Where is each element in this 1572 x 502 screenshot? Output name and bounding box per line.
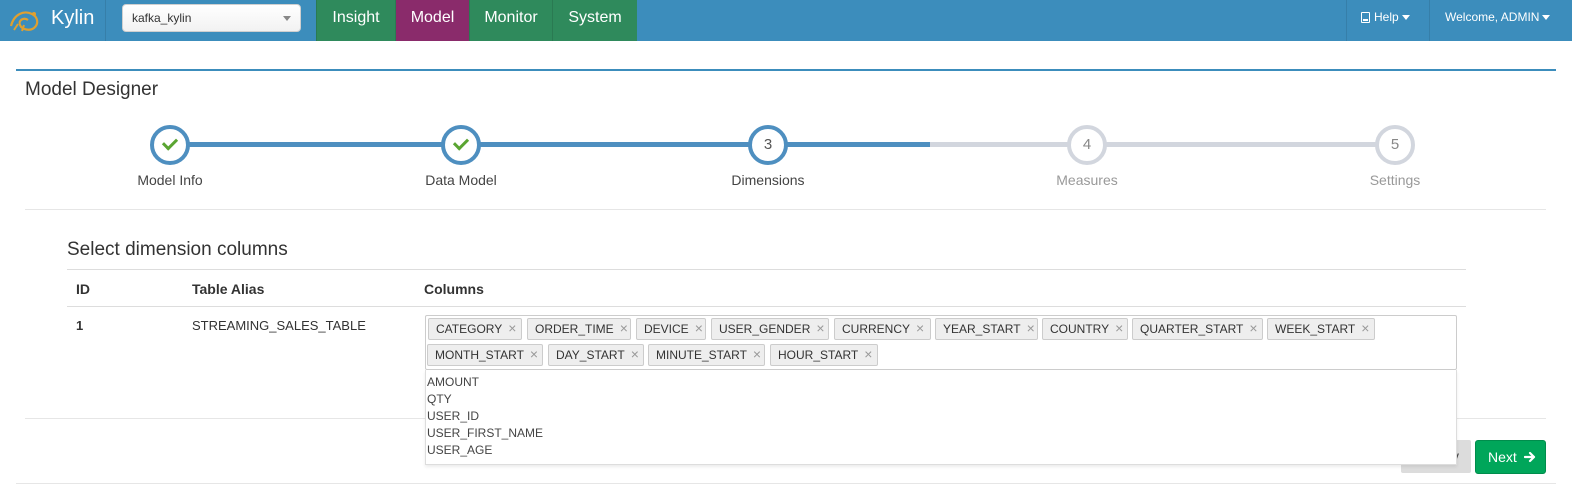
tab-monitor[interactable]: Monitor [469,0,552,41]
check-icon [452,134,470,151]
tab-system[interactable]: System [552,0,637,41]
remove-tag-icon[interactable]: × [695,319,703,337]
step-1-circle[interactable] [150,125,190,165]
table-top-border [67,269,1466,270]
column-tag: WEEK_START × [1267,318,1375,340]
column-tag: CATEGORY × [428,318,522,340]
remove-tag-icon[interactable]: × [816,319,824,337]
step-5-circle[interactable]: 5 [1375,125,1415,165]
welcome-label: Welcome, ADMIN [1445,10,1540,24]
project-select[interactable]: kafka_kylin [122,4,301,32]
column-tag-label: YEAR_START [943,322,1021,336]
row-id: 1 [76,318,84,333]
help-menu[interactable]: Help [1346,0,1429,41]
next-button[interactable]: Next [1475,440,1546,474]
column-tag-label: ORDER_TIME [535,322,614,336]
column-tag: HOUR_START × [770,344,878,366]
section-title: Select dimension columns [67,239,288,260]
dropdown-option[interactable]: USER_AGE [427,442,492,459]
project-select-value: kafka_kylin [132,11,192,25]
wizard-progress-todo [930,142,1395,147]
column-tag-label: CURRENCY [842,322,911,336]
caret-down-icon [1542,15,1551,20]
column-header-alias: Table Alias [192,281,265,297]
column-tag: CURRENCY × [834,318,931,340]
dropdown-option[interactable]: AMOUNT [427,374,479,391]
next-button-label: Next [1488,449,1517,465]
column-tag-label: USER_GENDER [719,322,811,336]
arrow-right-icon [1524,451,1536,463]
column-tag: QUARTER_START × [1132,318,1263,340]
column-tag: MONTH_START × [427,344,543,366]
user-menu[interactable]: Welcome, ADMIN [1429,0,1572,41]
step-label-data-model[interactable]: Data Model [381,172,541,188]
column-tag-label: CATEGORY [436,322,503,336]
book-icon [1361,12,1370,23]
dropdown-option[interactable]: USER_FIRST_NAME [427,425,543,442]
remove-tag-icon[interactable]: × [1361,319,1369,337]
remove-tag-icon[interactable]: × [1249,319,1257,337]
column-tag-label: COUNTRY [1050,322,1110,336]
main-nav-tabs: Insight Model Monitor System [316,0,637,41]
columns-dropdown: AMOUNT QTY USER_ID USER_FIRST_NAME USER_… [425,370,1457,465]
step-label-dimensions[interactable]: Dimensions [688,172,848,188]
step-2-circle[interactable] [441,125,481,165]
remove-tag-icon[interactable]: × [508,319,516,337]
column-header-id: ID [76,281,90,297]
remove-tag-icon[interactable]: × [916,319,924,337]
divider [25,209,1546,210]
column-tag: DAY_START × [548,344,644,366]
table-header-border [67,306,1466,307]
column-header-columns: Columns [424,281,484,297]
remove-tag-icon[interactable]: × [1027,319,1035,337]
column-tag-label: WEEK_START [1275,322,1356,336]
dropdown-option[interactable]: QTY [427,391,452,408]
check-icon [161,134,179,151]
column-tag: USER_GENDER × [711,318,829,340]
top-navbar: Kylin kafka_kylin Insight Model Monitor … [0,0,1572,41]
column-tag: YEAR_START × [935,318,1038,340]
column-tag-label: HOUR_START [778,348,859,362]
column-tag-label: MINUTE_START [656,348,747,362]
remove-tag-icon[interactable]: × [530,345,538,363]
column-tag-label: DAY_START [556,348,625,362]
navbar-right: Help Welcome, ADMIN [1346,0,1572,41]
divider [16,483,1556,484]
kylin-logo-icon [9,11,39,32]
tab-insight[interactable]: Insight [316,0,395,41]
column-tag: ORDER_TIME × [527,318,631,340]
help-label: Help [1374,10,1399,24]
remove-tag-icon[interactable]: × [631,345,639,363]
tab-model[interactable]: Model [395,0,469,41]
column-tag: MINUTE_START × [648,344,765,366]
row-table-alias: STREAMING_SALES_TABLE [192,318,366,333]
caret-down-icon [1401,15,1410,20]
step-label-measures[interactable]: Measures [1007,172,1167,188]
column-tag-label: DEVICE [644,322,689,336]
brand-name: Kylin [51,7,95,29]
remove-tag-icon[interactable]: × [753,345,761,363]
remove-tag-icon[interactable]: × [864,345,872,363]
step-label-settings[interactable]: Settings [1315,172,1475,188]
remove-tag-icon[interactable]: × [620,319,628,337]
page-title: Model Designer [25,79,159,100]
step-3-circle[interactable]: 3 [748,125,788,165]
column-tag-label: MONTH_START [435,348,524,362]
wizard-progress-done [170,142,930,147]
chevron-down-icon [283,16,291,21]
column-tag-label: QUARTER_START [1140,322,1244,336]
remove-tag-icon[interactable]: × [1115,319,1123,337]
brand[interactable]: Kylin [0,0,106,41]
column-tag: DEVICE × [636,318,706,340]
step-4-circle[interactable]: 4 [1067,125,1107,165]
step-label-model-info[interactable]: Model Info [90,172,250,188]
dropdown-option[interactable]: USER_ID [427,408,479,425]
column-tag: COUNTRY × [1042,318,1128,340]
